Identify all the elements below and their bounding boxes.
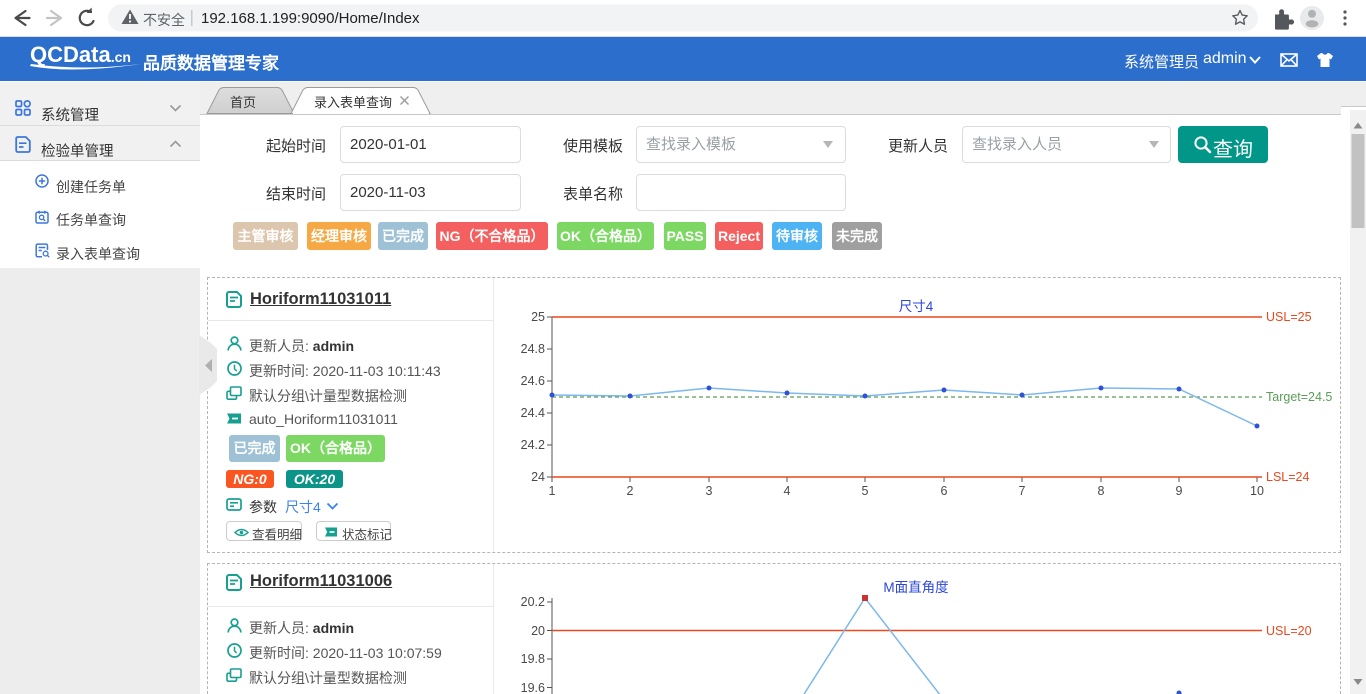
svg-text:24.4: 24.4: [521, 406, 545, 420]
svg-text:9: 9: [1176, 484, 1183, 498]
svg-text:5: 5: [862, 484, 869, 498]
svg-text:8: 8: [1098, 484, 1105, 498]
svg-text:10: 10: [1250, 484, 1264, 498]
svg-text:19.6: 19.6: [521, 681, 545, 694]
svg-text:19.8: 19.8: [521, 652, 545, 666]
svg-text:24: 24: [531, 470, 545, 484]
svg-text:24.6: 24.6: [521, 374, 545, 388]
svg-text:20.2: 20.2: [521, 595, 545, 609]
svg-text:7: 7: [1019, 484, 1026, 498]
svg-text:25: 25: [531, 310, 545, 324]
svg-text:M面直角度: M面直角度: [883, 580, 948, 595]
svg-text:4: 4: [784, 484, 791, 498]
svg-text:24.8: 24.8: [521, 342, 545, 356]
svg-text:2: 2: [627, 484, 634, 498]
svg-text:USL=20: USL=20: [1266, 624, 1312, 638]
svg-text:20: 20: [531, 624, 545, 638]
svg-text:24.2: 24.2: [521, 438, 545, 452]
svg-text:尺寸4: 尺寸4: [899, 299, 934, 314]
svg-text:6: 6: [941, 484, 948, 498]
svg-text:USL=25: USL=25: [1266, 310, 1312, 324]
svg-text:1: 1: [549, 484, 556, 498]
svg-text:Target=24.5: Target=24.5: [1266, 390, 1332, 404]
svg-text:LSL=24: LSL=24: [1266, 470, 1309, 484]
svg-text:3: 3: [706, 484, 713, 498]
